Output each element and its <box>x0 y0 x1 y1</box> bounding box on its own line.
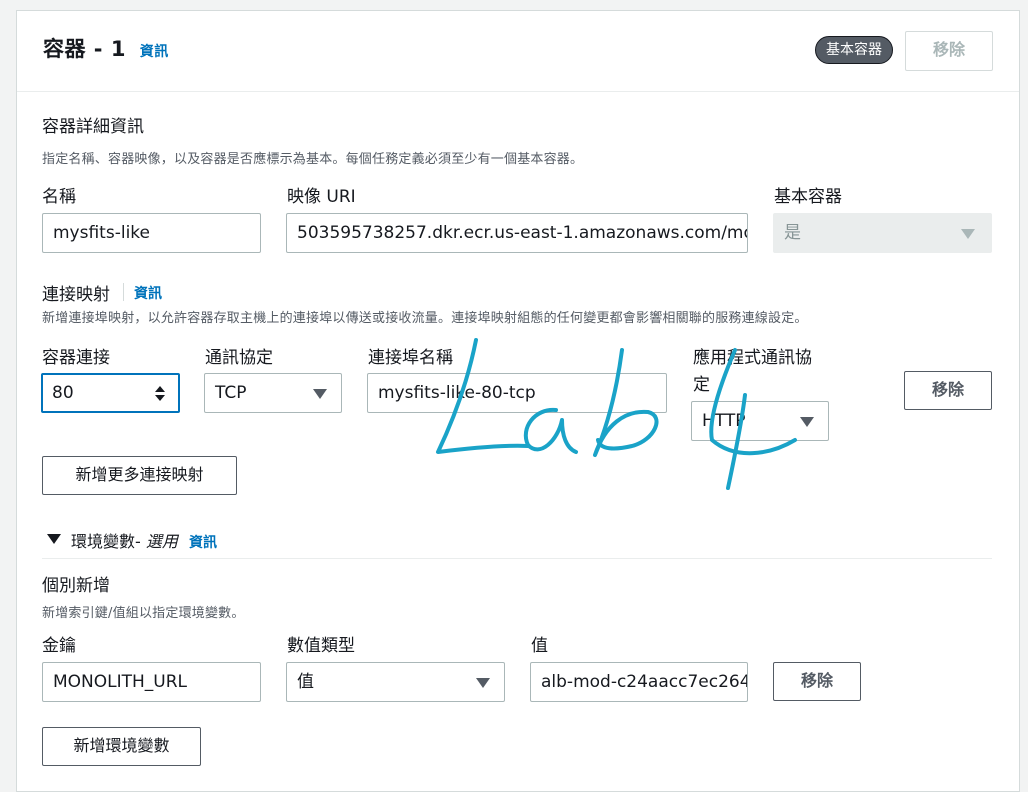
app-protocol-select[interactable]: HTTP <box>691 401 829 441</box>
container-port-label: 容器連接 <box>42 348 110 368</box>
add-port-mapping-button[interactable]: 新增更多連接映射 <box>42 456 237 495</box>
add-env-button[interactable]: 新增環境變數 <box>42 727 201 766</box>
essential-select[interactable]: 是 <box>773 213 992 253</box>
essential-label: 基本容器 <box>774 187 842 207</box>
port-name-input[interactable]: mysfits-like-80-tcp <box>367 373 667 413</box>
env-description: 新增索引鍵/值組以指定環境變數。 <box>42 606 245 621</box>
key-input[interactable]: MONOLITH_URL <box>42 662 261 702</box>
port-mapping-info-link[interactable]: 資訊 <box>134 283 162 303</box>
value-label: 值 <box>531 636 548 656</box>
key-label: 金鑰 <box>42 636 76 656</box>
port-mapping-title: 連接映射 <box>42 285 110 305</box>
protocol-label: 通訊協定 <box>205 348 273 368</box>
individual-add-title: 個別新增 <box>42 576 110 596</box>
info-link[interactable]: 資訊 <box>140 44 169 60</box>
container-header: 容器 - 1 資訊 基本容器 移除 <box>17 11 1019 92</box>
remove-env-button[interactable]: 移除 <box>773 662 861 701</box>
details-description: 指定名稱、容器映像，以及容器是否應標示為基本。每個任務定義必須至少有一個基本容器… <box>42 152 584 167</box>
name-input[interactable]: mysfits-like <box>42 213 261 253</box>
app-protocol-label: 應用程式通訊協 <box>693 348 812 368</box>
caret-down-icon[interactable] <box>47 534 61 544</box>
container-port-input[interactable]: 80 <box>41 373 180 413</box>
protocol-select[interactable]: TCP <box>204 373 342 413</box>
env-title[interactable]: 環境變數- 選用 資訊 <box>71 528 217 552</box>
divider <box>42 558 992 559</box>
details-title: 容器詳細資訊 <box>42 117 144 137</box>
port-mapping-description: 新增連接埠映射，以允許容器存取主機上的連接埠以傳送或接收流量。連接埠映射組態的任… <box>42 311 808 326</box>
port-name-label: 連接埠名稱 <box>368 348 453 368</box>
chevron-down-icon <box>313 389 327 399</box>
env-info-link[interactable]: 資訊 <box>189 535 217 551</box>
value-type-select[interactable]: 值 <box>286 662 505 702</box>
container-title: 容器 - 1 資訊 <box>43 37 169 61</box>
name-label: 名稱 <box>42 187 76 207</box>
image-uri-input[interactable]: 503595738257.dkr.ecr.us-east-1.amazonaws… <box>286 213 748 253</box>
divider <box>123 283 124 301</box>
image-uri-label: 映像 URI <box>287 187 356 207</box>
value-input[interactable]: alb-mod-c24aacc7ec264 <box>530 662 748 702</box>
value-type-label: 數值類型 <box>287 636 355 656</box>
chevron-down-icon <box>476 678 490 688</box>
chevron-down-icon <box>800 417 814 427</box>
stepper-icon[interactable] <box>154 384 166 404</box>
remove-port-mapping-button[interactable]: 移除 <box>904 371 992 410</box>
essential-badge: 基本容器 <box>815 36 893 64</box>
app-protocol-label-wrap: 定 <box>693 375 710 395</box>
remove-container-button[interactable]: 移除 <box>905 31 993 71</box>
chevron-down-icon <box>961 229 975 239</box>
